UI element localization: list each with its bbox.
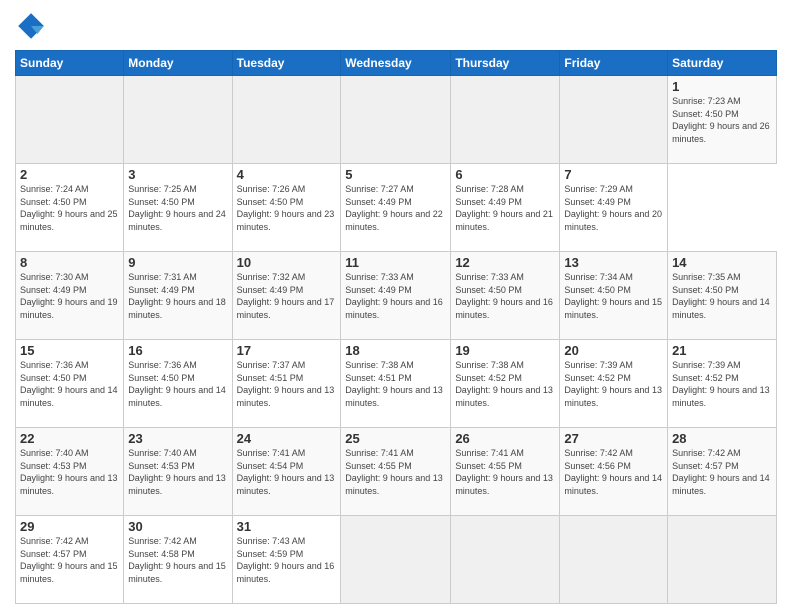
header-row: SundayMondayTuesdayWednesdayThursdayFrid… [16, 51, 777, 76]
day-cell-31: 31 Sunrise: 7:43 AMSunset: 4:59 PMDaylig… [232, 516, 341, 604]
day-cell-21: 21 Sunrise: 7:39 AMSunset: 4:52 PMDaylig… [668, 340, 777, 428]
day-header-thursday: Thursday [451, 51, 560, 76]
day-cell-16: 16 Sunrise: 7:36 AMSunset: 4:50 PMDaylig… [124, 340, 232, 428]
week-row-3: 15 Sunrise: 7:36 AMSunset: 4:50 PMDaylig… [16, 340, 777, 428]
day-header-monday: Monday [124, 51, 232, 76]
day-header-wednesday: Wednesday [341, 51, 451, 76]
day-cell-14: 14 Sunrise: 7:35 AMSunset: 4:50 PMDaylig… [668, 252, 777, 340]
day-cell-29: 29 Sunrise: 7:42 AMSunset: 4:57 PMDaylig… [16, 516, 124, 604]
day-cell-30: 30 Sunrise: 7:42 AMSunset: 4:58 PMDaylig… [124, 516, 232, 604]
day-cell-10: 10 Sunrise: 7:32 AMSunset: 4:49 PMDaylig… [232, 252, 341, 340]
day-cell-3: 3 Sunrise: 7:25 AMSunset: 4:50 PMDayligh… [124, 164, 232, 252]
day-cell-11: 11 Sunrise: 7:33 AMSunset: 4:49 PMDaylig… [341, 252, 451, 340]
day-cell-6: 6 Sunrise: 7:28 AMSunset: 4:49 PMDayligh… [451, 164, 560, 252]
day-header-friday: Friday [560, 51, 668, 76]
header [15, 10, 777, 42]
empty-cell [16, 76, 124, 164]
page: SundayMondayTuesdayWednesdayThursdayFrid… [0, 0, 792, 612]
day-cell-5: 5 Sunrise: 7:27 AMSunset: 4:49 PMDayligh… [341, 164, 451, 252]
week-row-5: 29 Sunrise: 7:42 AMSunset: 4:57 PMDaylig… [16, 516, 777, 604]
day-cell-28: 28 Sunrise: 7:42 AMSunset: 4:57 PMDaylig… [668, 428, 777, 516]
day-cell-12: 12 Sunrise: 7:33 AMSunset: 4:50 PMDaylig… [451, 252, 560, 340]
empty-cell [668, 516, 777, 604]
day-header-tuesday: Tuesday [232, 51, 341, 76]
day-header-sunday: Sunday [16, 51, 124, 76]
day-cell-7: 7 Sunrise: 7:29 AMSunset: 4:49 PMDayligh… [560, 164, 668, 252]
logo-icon [15, 10, 47, 42]
week-row-4: 22 Sunrise: 7:40 AMSunset: 4:53 PMDaylig… [16, 428, 777, 516]
day-cell-18: 18 Sunrise: 7:38 AMSunset: 4:51 PMDaylig… [341, 340, 451, 428]
day-header-saturday: Saturday [668, 51, 777, 76]
day-cell-24: 24 Sunrise: 7:41 AMSunset: 4:54 PMDaylig… [232, 428, 341, 516]
day-cell-19: 19 Sunrise: 7:38 AMSunset: 4:52 PMDaylig… [451, 340, 560, 428]
empty-cell [451, 516, 560, 604]
empty-cell [560, 516, 668, 604]
day-cell-20: 20 Sunrise: 7:39 AMSunset: 4:52 PMDaylig… [560, 340, 668, 428]
week-row-2: 8 Sunrise: 7:30 AMSunset: 4:49 PMDayligh… [16, 252, 777, 340]
day-cell-1: 1 Sunrise: 7:23 AMSunset: 4:50 PMDayligh… [668, 76, 777, 164]
day-cell-13: 13 Sunrise: 7:34 AMSunset: 4:50 PMDaylig… [560, 252, 668, 340]
week-row-1: 2 Sunrise: 7:24 AMSunset: 4:50 PMDayligh… [16, 164, 777, 252]
day-cell-25: 25 Sunrise: 7:41 AMSunset: 4:55 PMDaylig… [341, 428, 451, 516]
day-cell-8: 8 Sunrise: 7:30 AMSunset: 4:49 PMDayligh… [16, 252, 124, 340]
day-cell-23: 23 Sunrise: 7:40 AMSunset: 4:53 PMDaylig… [124, 428, 232, 516]
week-row-0: 1 Sunrise: 7:23 AMSunset: 4:50 PMDayligh… [16, 76, 777, 164]
calendar-body: 1 Sunrise: 7:23 AMSunset: 4:50 PMDayligh… [16, 76, 777, 604]
empty-cell [560, 76, 668, 164]
empty-cell [232, 76, 341, 164]
day-cell-27: 27 Sunrise: 7:42 AMSunset: 4:56 PMDaylig… [560, 428, 668, 516]
logo [15, 10, 51, 42]
calendar: SundayMondayTuesdayWednesdayThursdayFrid… [15, 50, 777, 604]
empty-cell [341, 76, 451, 164]
day-cell-4: 4 Sunrise: 7:26 AMSunset: 4:50 PMDayligh… [232, 164, 341, 252]
day-cell-9: 9 Sunrise: 7:31 AMSunset: 4:49 PMDayligh… [124, 252, 232, 340]
day-cell-26: 26 Sunrise: 7:41 AMSunset: 4:55 PMDaylig… [451, 428, 560, 516]
calendar-header: SundayMondayTuesdayWednesdayThursdayFrid… [16, 51, 777, 76]
day-cell-15: 15 Sunrise: 7:36 AMSunset: 4:50 PMDaylig… [16, 340, 124, 428]
day-cell-2: 2 Sunrise: 7:24 AMSunset: 4:50 PMDayligh… [16, 164, 124, 252]
day-cell-22: 22 Sunrise: 7:40 AMSunset: 4:53 PMDaylig… [16, 428, 124, 516]
empty-cell [341, 516, 451, 604]
day-cell-17: 17 Sunrise: 7:37 AMSunset: 4:51 PMDaylig… [232, 340, 341, 428]
empty-cell [451, 76, 560, 164]
empty-cell [124, 76, 232, 164]
